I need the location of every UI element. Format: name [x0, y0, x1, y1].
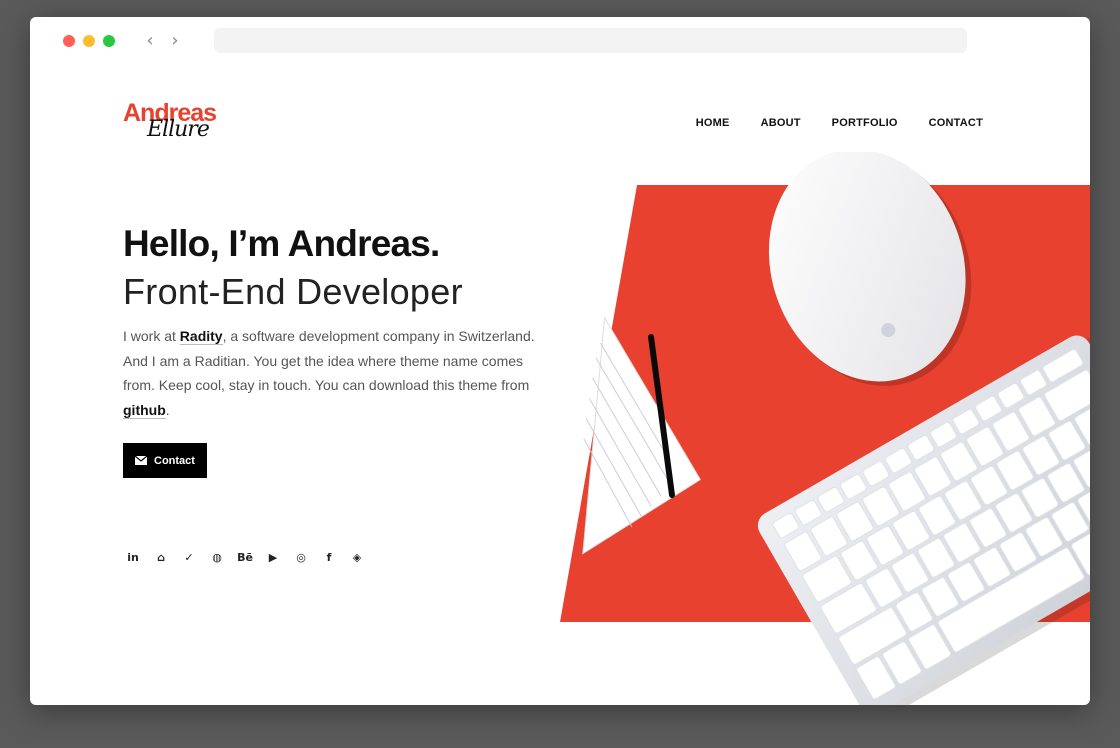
- minimize-window-button[interactable]: [83, 35, 95, 47]
- nav-contact[interactable]: CONTACT: [929, 117, 983, 129]
- social-links: in ⌂ ✓ ◍ Bē ▶ ◎ f ◈: [125, 549, 365, 565]
- desk-illustration: [560, 152, 1090, 705]
- nav-portfolio[interactable]: PORTFOLIO: [832, 117, 898, 129]
- contact-button[interactable]: Contact: [123, 443, 207, 478]
- behance-icon[interactable]: Bē: [237, 549, 253, 565]
- linkedin-icon[interactable]: in: [125, 549, 141, 565]
- youtube-icon[interactable]: ▶: [265, 549, 281, 565]
- radity-link[interactable]: Radity: [179, 328, 223, 345]
- hero-description: I work at Radity, a software development…: [123, 324, 543, 422]
- github-link[interactable]: github: [123, 401, 166, 419]
- hero-text-part: I work at: [123, 328, 180, 344]
- contact-button-label: Contact: [154, 454, 195, 467]
- hero-title: Hello, I’m Andreas.: [123, 223, 440, 264]
- instagram-icon[interactable]: ◎: [293, 549, 309, 565]
- forward-arrow-icon[interactable]: ›: [167, 31, 183, 51]
- browser-window: ‹ › Andreas Ellure HOME ABOUT PORTFOLIO …: [30, 17, 1090, 705]
- facebook-icon[interactable]: f: [321, 549, 337, 565]
- back-arrow-icon[interactable]: ‹: [142, 31, 158, 51]
- maximize-window-button[interactable]: [103, 35, 115, 47]
- main-nav: HOME ABOUT PORTFOLIO CONTACT: [696, 117, 983, 129]
- nav-about[interactable]: ABOUT: [761, 117, 801, 129]
- browser-toolbar: ‹ ›: [30, 17, 1090, 65]
- hero-subtitle: Front-End Developer: [123, 271, 463, 312]
- logo-last-name: Ellure: [147, 117, 210, 142]
- github-icon[interactable]: ⌂: [153, 549, 169, 565]
- twitter-icon[interactable]: ✓: [181, 549, 197, 565]
- mail-icon: [135, 456, 148, 465]
- nav-home[interactable]: HOME: [696, 117, 730, 129]
- codepen-icon[interactable]: ◈: [349, 549, 365, 565]
- close-window-button[interactable]: [63, 35, 75, 47]
- hero-text-part: .: [165, 401, 170, 418]
- address-bar[interactable]: [214, 28, 967, 53]
- site-logo[interactable]: Andreas Ellure: [123, 99, 233, 145]
- dribbble-icon[interactable]: ◍: [209, 549, 225, 565]
